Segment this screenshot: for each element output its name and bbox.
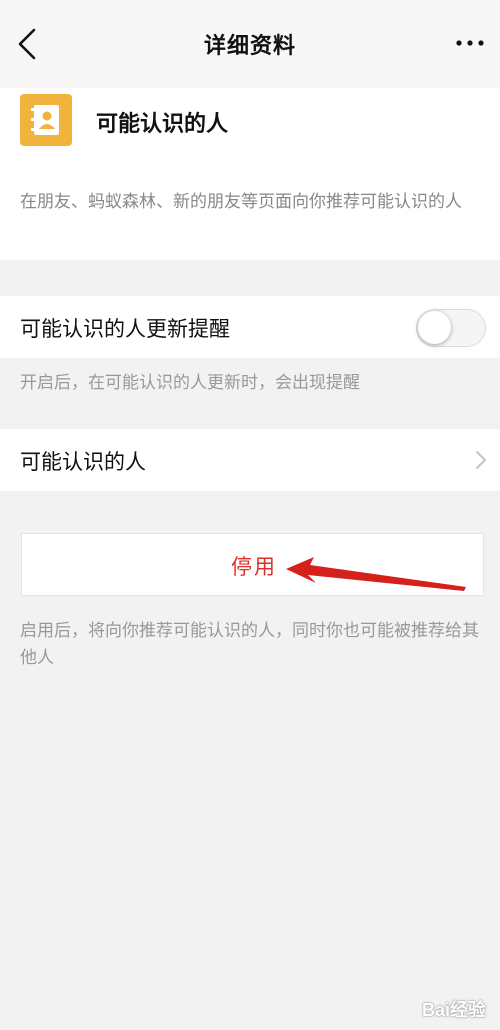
profile-description: 在朋友、蚂蚁森林、新的朋友等页面向你推荐可能认识的人 — [20, 192, 462, 211]
update-reminder-hint: 开启后，在可能认识的人更新时，会出现提醒 — [20, 373, 360, 392]
navigation-bar: 详细资料 — [0, 0, 500, 88]
contacts-book-icon — [20, 94, 72, 146]
more-button[interactable] — [454, 36, 486, 50]
update-reminder-toggle[interactable] — [416, 309, 486, 347]
watermark: Bai经验 — [421, 1000, 486, 1020]
page-title: 详细资料 — [203, 33, 296, 58]
more-dots-icon — [456, 40, 484, 46]
people-link-label: 可能认识的人 — [20, 451, 146, 474]
disable-hint: 启用后，将向你推荐可能认识的人，同时你也可能被推荐给其他人 — [20, 621, 479, 667]
people-link-row[interactable]: 可能认识的人 — [0, 429, 500, 491]
profile-card: 可能认识的人 在朋友、蚂蚁森林、新的朋友等页面向你推荐可能认识的人 — [0, 88, 500, 260]
update-reminder-label: 可能认识的人更新提醒 — [20, 318, 230, 341]
chevron-right-icon — [476, 451, 486, 469]
profile-name: 可能认识的人 — [96, 111, 229, 136]
annotation-arrow-icon — [286, 557, 466, 591]
toggle-knob — [418, 311, 451, 344]
update-reminder-row: 可能认识的人更新提醒 — [0, 296, 500, 358]
